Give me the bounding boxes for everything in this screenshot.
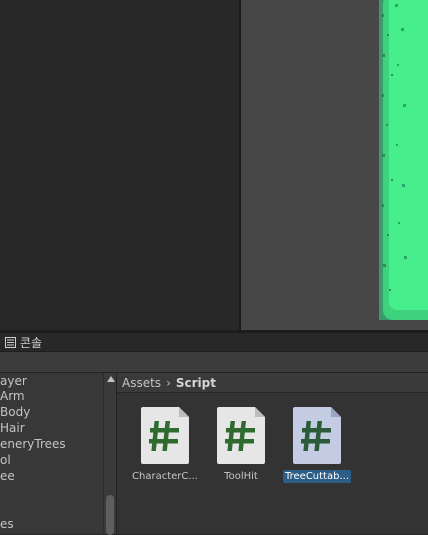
hierarchy-item[interactable]: eneryTrees: [0, 436, 66, 452]
breadcrumb: Assets › Script: [117, 373, 428, 393]
scrollbar-thumb[interactable]: [106, 495, 114, 535]
project-toolbar: [0, 352, 428, 373]
green-sprite: [379, 0, 428, 328]
tab-console-label: 콘솔: [20, 335, 43, 350]
console-icon: [5, 336, 16, 348]
hierarchy-item[interactable]: ee: [0, 468, 15, 484]
tab-console[interactable]: 콘솔: [5, 333, 42, 351]
breadcrumb-current[interactable]: Script: [176, 376, 216, 390]
asset-label: ToolHit: [224, 471, 258, 482]
hierarchy-item[interactable]: Body: [0, 404, 30, 420]
scroll-up-arrow-icon[interactable]: [107, 376, 115, 382]
hierarchy-item[interactable]: ayer: [0, 373, 27, 389]
assets-pane: Assets › Script CharacterC... ToolHit Tr…: [116, 373, 428, 534]
asset-item[interactable]: CharacterC...: [129, 407, 201, 487]
asset-label: CharacterC...: [132, 471, 198, 482]
asset-label: TreeCuttab...: [283, 470, 351, 483]
hierarchy-item[interactable]: Hair: [0, 420, 25, 436]
tab-bar: 콘솔: [0, 333, 428, 352]
asset-item-selected[interactable]: TreeCuttab...: [281, 407, 353, 487]
asset-item[interactable]: ToolHit: [205, 407, 277, 487]
hierarchy-scrollbar[interactable]: [103, 373, 117, 535]
hierarchy-item[interactable]: ol: [0, 452, 11, 468]
scene-view[interactable]: [241, 0, 428, 330]
csharp-script-icon: [293, 407, 341, 464]
csharp-script-icon: [141, 407, 189, 464]
hierarchy-list: ayer Arm Body Hair eneryTrees ol ee es: [0, 373, 103, 534]
hierarchy-item[interactable]: es: [0, 516, 14, 532]
chevron-right-icon: ›: [166, 375, 171, 390]
hierarchy-panel-top: [0, 0, 239, 330]
breadcrumb-assets[interactable]: Assets: [122, 376, 161, 390]
hierarchy-item[interactable]: Arm: [0, 388, 25, 404]
csharp-script-icon: [217, 407, 265, 464]
